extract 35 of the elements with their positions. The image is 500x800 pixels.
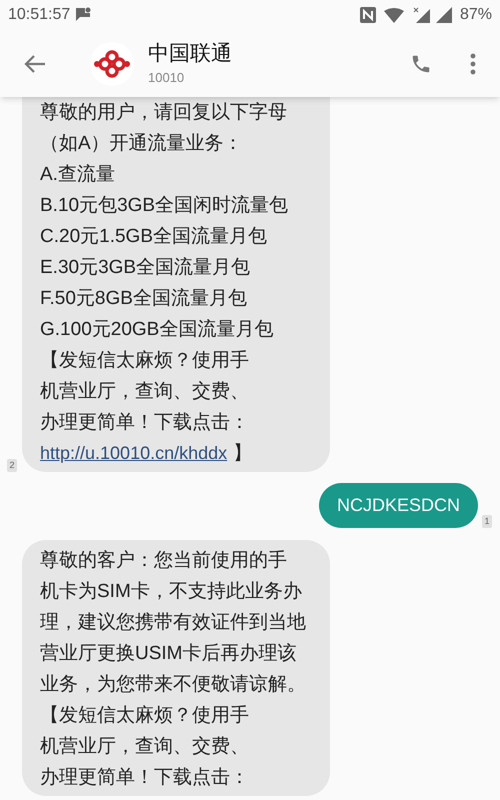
- back-icon[interactable]: [24, 54, 46, 72]
- message-line: B.10元包3GB全国闲时流量包: [40, 194, 288, 218]
- message-line: A.查流量: [40, 163, 115, 187]
- message-line: （如A）开通流量业务：: [40, 132, 243, 156]
- message-line: 尊敬的用户，请回复以下字母: [40, 101, 287, 125]
- sim-badge: 2: [7, 459, 17, 472]
- message-line: 机营业厅，查询、交费、: [40, 735, 249, 759]
- sim-badge: 1: [482, 515, 492, 528]
- wifi-icon: [384, 8, 404, 22]
- sent-message: NCJDKESDCN: [318, 483, 478, 528]
- message-line: 业务，为您带来不便敬请谅解。: [40, 673, 306, 697]
- message-line: 办理更简单！下载点击：: [40, 411, 249, 435]
- message-line: 尊敬的客户：您当前使用的手: [40, 549, 287, 573]
- battery-level: 87%: [460, 5, 492, 25]
- message-line: 理，建议您携带有效证件到当地: [40, 611, 306, 635]
- signal-icon: [436, 7, 452, 23]
- signal-icon: [412, 7, 430, 23]
- message-line: C.20元1.5GB全国流量月包: [40, 225, 267, 249]
- contact-number: 10010: [148, 68, 186, 87]
- message-line: 办理更简单！下载点击：: [40, 766, 249, 790]
- nfc-icon: [360, 7, 376, 23]
- message-line: 机营业厅，查询、交费、: [40, 380, 249, 404]
- message-line: G.100元20GB全国流量月包: [40, 318, 274, 342]
- notification-icon: [74, 7, 92, 23]
- message-line: 【发短信太麻烦？使用手: [40, 704, 249, 728]
- message-line: 机卡为SIM卡，不支持此业务办: [40, 580, 302, 604]
- message-line: 【发短信太麻烦？使用手: [40, 349, 249, 373]
- status-time: 10:51:57: [8, 5, 70, 25]
- message-line: 营业厅更换USIM卡后再办理该: [40, 642, 296, 666]
- message-line: F.50元8GB全国流量月包: [40, 287, 247, 311]
- more-icon[interactable]: [470, 52, 476, 74]
- message-link[interactable]: http://u.10010.cn/khddx: [40, 438, 228, 469]
- message-line: 】: [233, 442, 252, 466]
- contact-name: 中国联通: [148, 40, 232, 67]
- message-line: E.30元3GB全国流量月包: [40, 256, 250, 280]
